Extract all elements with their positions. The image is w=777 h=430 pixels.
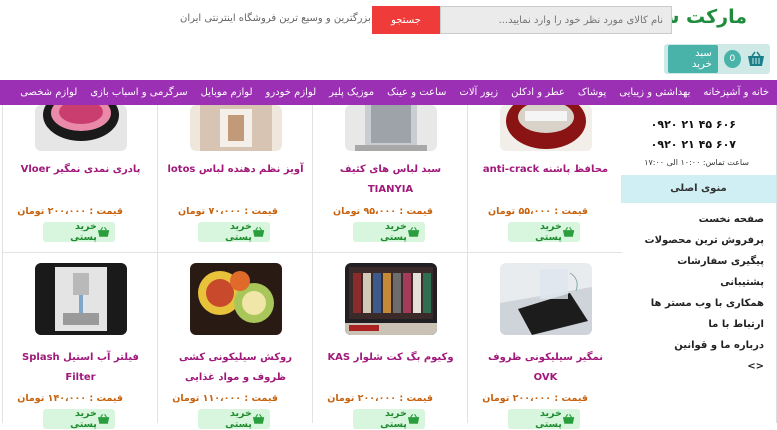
menu-item-support[interactable]: پشتیبانی <box>624 272 764 293</box>
product-card[interactable]: روکش سیلیکونی کشی ظروف و مواد غذایی قیمت… <box>157 253 313 430</box>
buy-label: خرید پستی <box>225 221 252 243</box>
nav-item-personal[interactable]: لوازم شخصی <box>20 87 77 98</box>
product-image[interactable] <box>35 105 127 151</box>
product-image[interactable] <box>35 263 127 335</box>
buy-label: خرید پستی <box>70 408 97 430</box>
menu-item-bestsellers[interactable]: پرفروش ترین محصولات <box>624 230 764 251</box>
phone-number[interactable]: ۰۹۲۰ ۲۱ ۴۵ ۶۰۷ <box>651 138 736 151</box>
product-card[interactable]: فیلتر آب استیل Splash Filter قیمت : ۱۴۰،… <box>2 253 158 430</box>
nav-item-mobile[interactable]: لوازم موبایل <box>201 87 253 98</box>
cart-button[interactable]: سبد خرید <box>668 45 718 73</box>
product-image[interactable] <box>345 105 437 151</box>
menu-item-contact[interactable]: ارتباط با ما <box>624 314 764 335</box>
product-image[interactable] <box>345 263 437 335</box>
basket-icon <box>407 226 420 237</box>
basket-icon <box>562 413 575 424</box>
product-title[interactable]: روکش سیلیکونی کشی ظروف و مواد غذایی <box>158 348 313 388</box>
nav-item-perfume[interactable]: عطر و ادکلن <box>511 87 565 98</box>
search-input[interactable] <box>440 6 672 34</box>
product-image[interactable] <box>500 263 592 335</box>
product-image[interactable] <box>500 105 592 151</box>
nav-item-beauty[interactable]: بهداشتی و زیبایی <box>619 87 690 98</box>
product-price: قیمت : ۲۰۰،۰۰۰ تومان <box>482 393 588 404</box>
buy-label: خرید پستی <box>380 408 407 430</box>
search-box: جستجو <box>372 6 672 34</box>
site-header: مارکت شاپ جستجو بزرگترین و وسیع ترین فرو… <box>0 0 777 80</box>
buy-button[interactable]: خرید پستی <box>508 221 580 243</box>
product-title[interactable]: محافظ پاشنه anti-crack <box>468 160 623 180</box>
product-card[interactable]: پادری نمدی نمگیر Vloer قیمت : ۲۰۰،۰۰۰ تو… <box>2 105 157 253</box>
product-price: قیمت : ۲۰۰،۰۰۰ تومان <box>327 393 433 404</box>
category-nav: خانه و آشپزخانه بهداشتی و زیبایی پوشاک ع… <box>0 80 777 105</box>
buy-label: خرید پستی <box>535 408 562 430</box>
product-title[interactable]: آویز نظم دهنده لباس lotos <box>158 160 313 180</box>
buy-label: خرید پستی <box>225 408 252 430</box>
basket-icon <box>97 413 110 424</box>
product-card[interactable]: محافظ پاشنه anti-crack قیمت : ۵۵،۰۰۰ توم… <box>467 105 622 253</box>
product-grid: محافظ پاشنه anti-crack قیمت : ۵۵،۰۰۰ توم… <box>0 105 623 430</box>
menu-item-more[interactable]: <> <box>624 356 764 377</box>
buy-button[interactable]: خرید پستی <box>198 408 270 430</box>
product-price: قیمت : ۱۴۰،۰۰۰ تومان <box>17 393 123 404</box>
contact-hours: ساعت تماس: ۱۰:۰۰ الی ۱۷:۰۰ <box>644 158 749 167</box>
basket-icon <box>407 413 420 424</box>
main-menu: صفحه نخست پرفروش ترین محصولات پیگیری سفا… <box>624 209 764 377</box>
nav-item-toys[interactable]: سرگرمی و اسباب بازی <box>90 87 187 98</box>
basket-icon <box>252 226 265 237</box>
product-card[interactable]: آویز نظم دهنده لباس lotos قیمت : ۷۰،۰۰۰ … <box>157 105 312 253</box>
nav-item-jewelry[interactable]: زیور آلات <box>459 87 498 98</box>
product-title[interactable]: سبد لباس های کثیف TIANYIA <box>313 160 468 200</box>
buy-label: خرید پستی <box>535 221 562 243</box>
buy-label: خرید پستی <box>70 221 97 243</box>
buy-label: خرید پستی <box>380 221 407 243</box>
menu-item-about[interactable]: درباره ما و قوانین <box>624 335 764 356</box>
product-title[interactable]: وکیوم بگ کت شلوار KAS <box>313 348 468 368</box>
menu-item-home[interactable]: صفحه نخست <box>624 209 764 230</box>
nav-item-watches[interactable]: ساعت و عینک <box>387 87 446 98</box>
main-menu-title: منوی اصلی <box>621 175 776 203</box>
buy-button[interactable]: خرید پستی <box>353 408 425 430</box>
product-card[interactable]: سبد لباس های کثیف TIANYIA قیمت : ۹۵،۰۰۰ … <box>312 105 467 253</box>
product-card[interactable]: وکیوم بگ کت شلوار KAS قیمت : ۲۰۰،۰۰۰ توم… <box>312 253 468 430</box>
product-title[interactable]: پادری نمدی نمگیر Vloer <box>3 160 158 180</box>
nav-item-music-player[interactable]: موزیک پلیر <box>329 87 374 98</box>
phone-number[interactable]: ۰۹۲۰ ۲۱ ۴۵ ۶۰۶ <box>651 118 736 131</box>
nav-item-car[interactable]: لوازم خودرو <box>266 87 317 98</box>
product-price: قیمت : ۵۵،۰۰۰ تومان <box>488 206 588 217</box>
menu-item-webmaster[interactable]: همکاری با وب مستر ها <box>624 293 764 314</box>
basket-icon <box>747 49 766 69</box>
product-price: قیمت : ۷۰،۰۰۰ تومان <box>178 206 278 217</box>
basket-icon <box>252 413 265 424</box>
buy-button[interactable]: خرید پستی <box>353 221 425 243</box>
buy-button[interactable]: خرید پستی <box>508 408 580 430</box>
site-tagline: بزرگترین و وسیع ترین فروشگاه اینترنتی ای… <box>180 13 371 24</box>
buy-button[interactable]: خرید پستی <box>43 221 115 243</box>
product-title[interactable]: نمگیر سیلیکونی ظروف OVK <box>468 348 623 388</box>
sidebar: ۰۹۲۰ ۲۱ ۴۵ ۶۰۶ ۰۹۲۰ ۲۱ ۴۵ ۶۰۷ ساعت تماس:… <box>621 105 777 423</box>
product-image[interactable] <box>190 263 282 335</box>
product-card[interactable]: نمگیر سیلیکونی ظروف OVK قیمت : ۲۰۰،۰۰۰ ت… <box>467 253 623 430</box>
product-price: قیمت : ۹۵،۰۰۰ تومان <box>333 206 433 217</box>
nav-item-home-kitchen[interactable]: خانه و آشپزخانه <box>703 87 769 98</box>
product-price: قیمت : ۱۱۰،۰۰۰ تومان <box>172 393 278 404</box>
buy-button[interactable]: خرید پستی <box>43 408 115 430</box>
buy-button[interactable]: خرید پستی <box>198 221 270 243</box>
basket-icon <box>562 226 575 237</box>
menu-item-track-orders[interactable]: پیگیری سفارشات <box>624 251 764 272</box>
search-button[interactable]: جستجو <box>372 6 440 34</box>
cart-widget[interactable]: 0 سبد خرید <box>664 44 770 74</box>
product-price: قیمت : ۲۰۰،۰۰۰ تومان <box>17 206 123 217</box>
basket-icon <box>97 226 110 237</box>
cart-count-badge: 0 <box>723 50 741 68</box>
product-title[interactable]: فیلتر آب استیل Splash Filter <box>3 348 158 388</box>
product-image[interactable] <box>190 105 282 151</box>
nav-item-clothing[interactable]: پوشاک <box>578 87 606 98</box>
